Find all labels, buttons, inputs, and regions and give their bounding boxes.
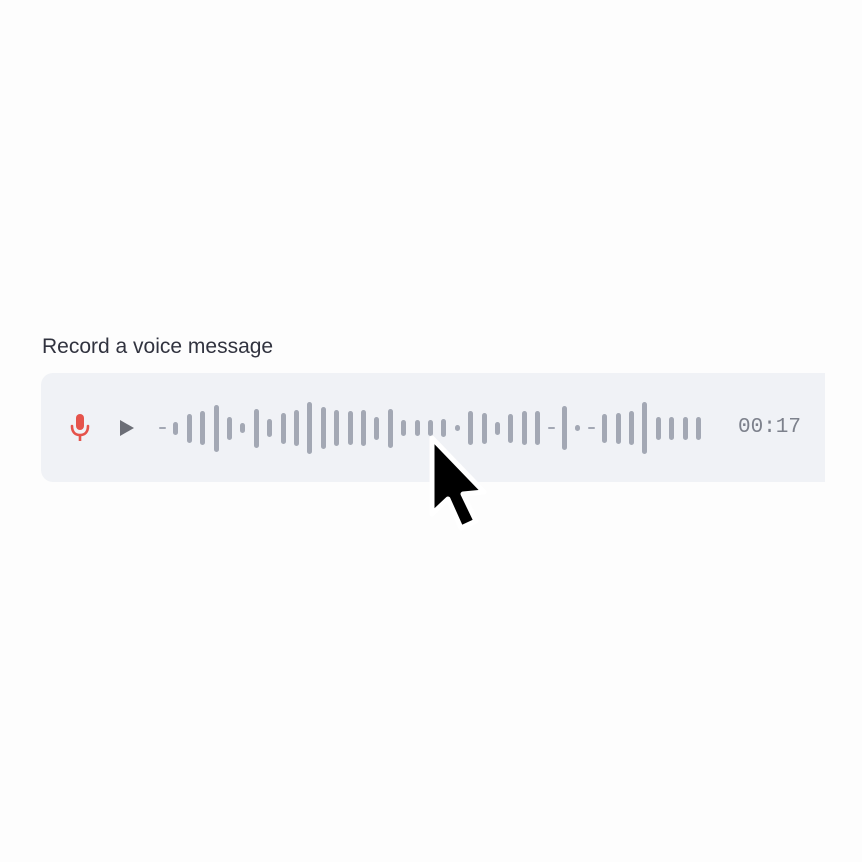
waveform-bar bbox=[629, 411, 634, 445]
waveform-bar bbox=[307, 402, 313, 454]
waveform-bar bbox=[547, 427, 555, 429]
waveform-bar bbox=[468, 411, 474, 445]
waveform-bar bbox=[615, 412, 621, 444]
waveform-bar bbox=[347, 411, 353, 445]
waveform-bar bbox=[535, 411, 541, 445]
waveform-bar bbox=[521, 411, 527, 445]
waveform-bar bbox=[575, 425, 581, 431]
waveform-bar bbox=[414, 420, 420, 436]
waveform-bar bbox=[562, 406, 567, 450]
waveform-bar bbox=[320, 407, 326, 449]
waveform-bar bbox=[669, 416, 675, 440]
waveform-bar bbox=[186, 413, 192, 443]
waveform-bar bbox=[441, 419, 447, 437]
waveform-bar bbox=[200, 411, 206, 445]
waveform-bar bbox=[294, 410, 299, 446]
waveform-bar bbox=[280, 412, 286, 444]
waveform-bar bbox=[428, 420, 433, 436]
waveform-bar bbox=[387, 408, 393, 448]
waveform-bar bbox=[227, 416, 232, 440]
waveform-bar bbox=[213, 404, 219, 452]
waveform-bar bbox=[655, 416, 661, 440]
waveform-bar bbox=[253, 408, 259, 448]
play-icon bbox=[120, 420, 134, 436]
elapsed-time: 00:17 bbox=[738, 416, 802, 439]
voice-recorder-stage: Record a voice message 00:17 bbox=[0, 0, 862, 862]
waveform-bar bbox=[682, 416, 688, 440]
waveform-bar bbox=[495, 421, 500, 435]
waveform-bar bbox=[642, 402, 648, 454]
waveform-bar bbox=[696, 416, 701, 440]
waveform-scrubber[interactable] bbox=[158, 398, 718, 458]
waveform-bar bbox=[508, 413, 514, 443]
waveform-bar bbox=[481, 412, 487, 444]
waveform-bar bbox=[361, 410, 366, 446]
waveform-bar bbox=[267, 419, 273, 437]
waveform-bar bbox=[374, 416, 380, 440]
waveform-bar bbox=[240, 423, 246, 433]
recorder-label: Record a voice message bbox=[42, 335, 274, 358]
waveform-bar bbox=[334, 410, 340, 446]
waveform-bar bbox=[401, 420, 407, 436]
waveform-bar bbox=[602, 413, 608, 443]
waveform-bar bbox=[159, 427, 166, 429]
play-button[interactable] bbox=[116, 416, 138, 440]
waveform-bar bbox=[587, 427, 595, 429]
record-button[interactable] bbox=[66, 412, 94, 444]
waveform-bar bbox=[173, 421, 179, 435]
microphone-icon bbox=[70, 414, 90, 441]
waveform-bar bbox=[454, 425, 460, 431]
